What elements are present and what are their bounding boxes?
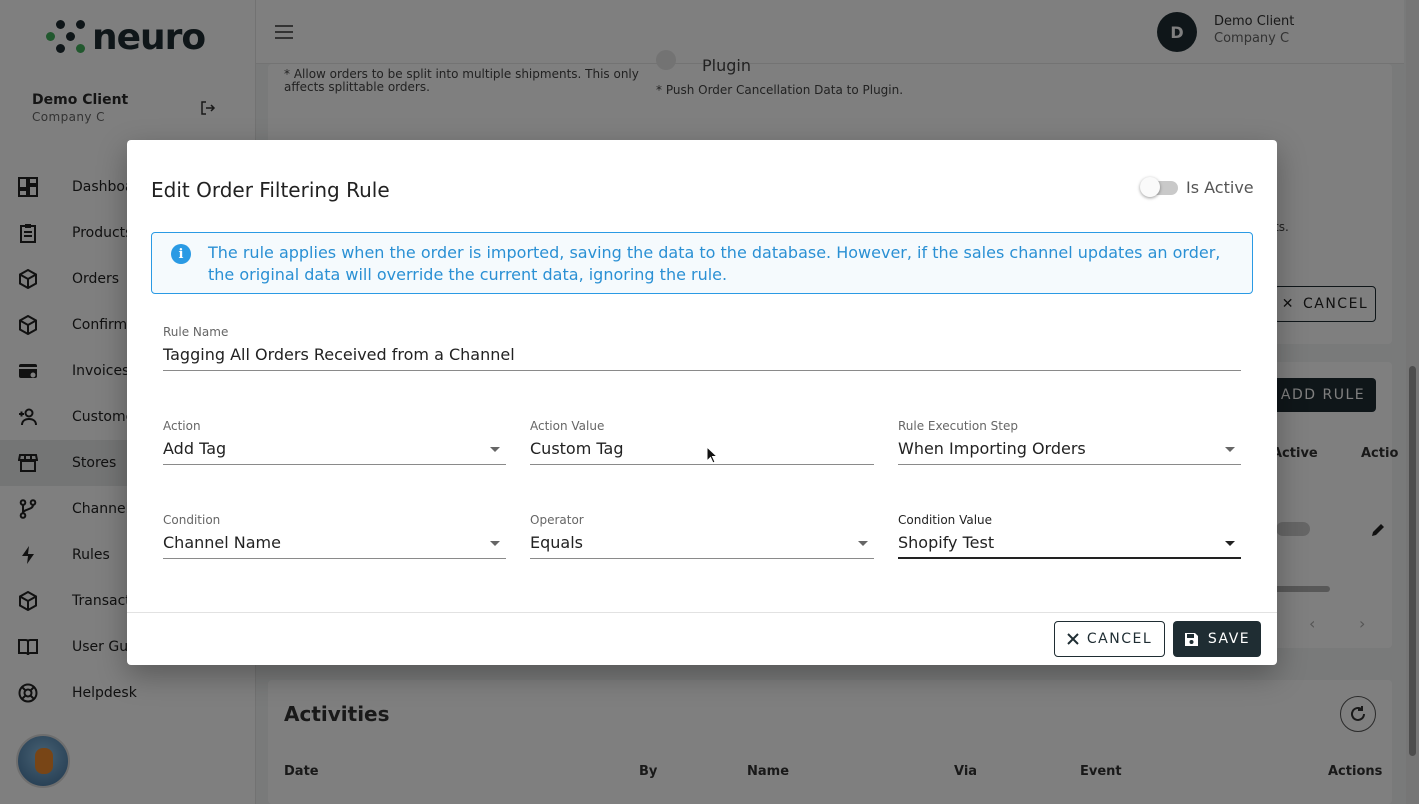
condition-value-selected: Shopify Test — [898, 533, 995, 552]
operator-value: Equals — [530, 533, 583, 552]
edit-rule-dialog: Edit Order Filtering Rule Is Active i Th… — [127, 140, 1277, 665]
close-icon — [1067, 633, 1079, 645]
action-label: Action — [163, 419, 201, 433]
action-value-label: Action Value — [530, 419, 605, 433]
condition-select[interactable]: Condition Channel Name — [163, 513, 506, 559]
execution-step-value: When Importing Orders — [898, 439, 1086, 458]
condition-value-label: Condition Value — [898, 513, 993, 527]
floppy-disk-icon — [1184, 632, 1198, 646]
info-alert: i The rule applies when the order is imp… — [151, 232, 1253, 294]
action-value-input: Custom Tag — [530, 439, 624, 458]
action-select[interactable]: Action Add Tag — [163, 419, 506, 465]
operator-select[interactable]: Operator Equals — [530, 513, 874, 559]
condition-value-select[interactable]: Condition Value Shopify Test — [898, 513, 1241, 559]
dialog-divider — [127, 612, 1277, 613]
is-active-toggle[interactable] — [1140, 177, 1178, 197]
execution-step-label: Rule Execution Step — [898, 419, 1018, 433]
chevron-down-icon — [1225, 541, 1235, 546]
rule-name-label: Rule Name — [163, 325, 229, 339]
save-label: SAVE — [1207, 631, 1251, 647]
save-button[interactable]: SAVE — [1173, 621, 1261, 657]
cancel-label: CANCEL — [1086, 631, 1153, 647]
chevron-down-icon — [858, 541, 868, 546]
chevron-down-icon — [1225, 447, 1235, 452]
condition-value-text: Channel Name — [163, 533, 281, 552]
dialog-title: Edit Order Filtering Rule — [151, 178, 390, 202]
chevron-down-icon — [490, 541, 500, 546]
chevron-down-icon — [490, 447, 500, 452]
mouse-pointer-icon — [706, 445, 719, 464]
action-value-field[interactable]: Action Value Custom Tag — [530, 419, 874, 465]
execution-step-select[interactable]: Rule Execution Step When Importing Order… — [898, 419, 1241, 465]
operator-label: Operator — [530, 513, 584, 527]
info-alert-text: The rule applies when the order is impor… — [208, 243, 1221, 284]
rule-name-field[interactable]: Rule Name Tagging All Orders Received fr… — [163, 325, 1241, 371]
action-value-text: Add Tag — [163, 439, 227, 458]
rule-name-value: Tagging All Orders Received from a Chann… — [163, 345, 515, 364]
info-icon: i — [171, 244, 191, 264]
toggle-knob — [1140, 177, 1160, 197]
condition-label: Condition — [163, 513, 221, 527]
is-active-label: Is Active — [1186, 178, 1254, 197]
cancel-button[interactable]: CANCEL — [1054, 621, 1165, 657]
